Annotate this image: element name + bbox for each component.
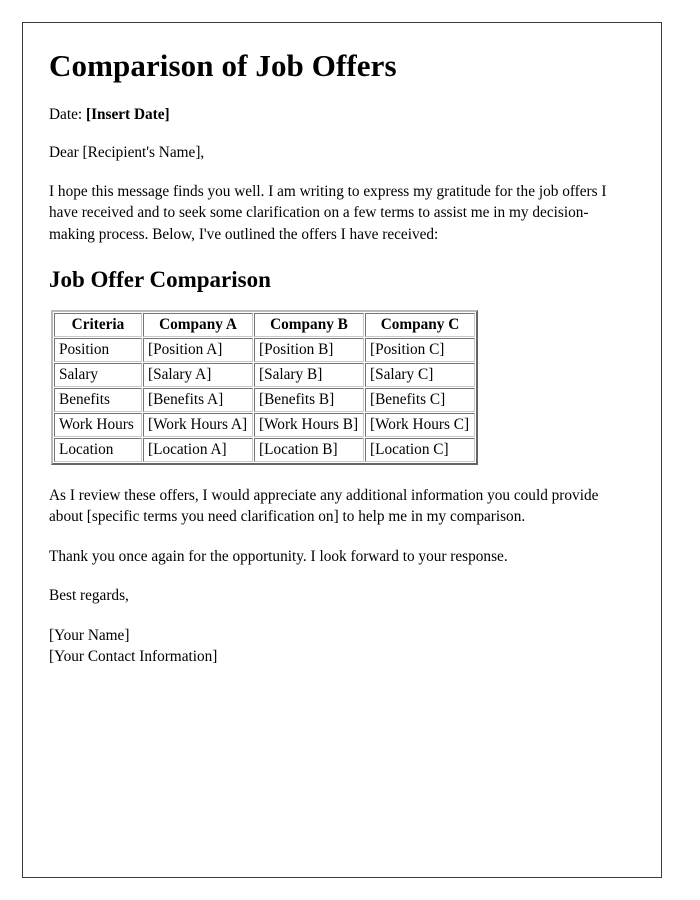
- table-header-row: Criteria Company A Company B Company C: [54, 312, 475, 337]
- intro-paragraph: I hope this message finds you well. I am…: [49, 182, 607, 243]
- table-cell-company-a: [Work Hours A]: [143, 412, 253, 437]
- table-cell-company-a: [Location A]: [143, 437, 253, 462]
- date-label: Date:: [49, 105, 83, 123]
- table-cell-company-a: [Salary A]: [143, 362, 253, 387]
- table-cell-company-c: [Work Hours C]: [365, 412, 475, 437]
- table-cell-company-b: [Work Hours B]: [254, 412, 364, 437]
- table-row: Location [Location A] [Location B] [Loca…: [54, 437, 475, 462]
- document-content: Comparison of Job Offers Date: [Insert D…: [23, 23, 661, 668]
- table-header-cell: Criteria: [54, 312, 142, 337]
- table-cell-criteria: Salary: [54, 362, 142, 387]
- signature-block: [Your Name] [Your Contact Information]: [49, 625, 633, 668]
- table-header-cell: Company A: [143, 312, 253, 337]
- table-row: Work Hours [Work Hours A] [Work Hours B]…: [54, 412, 475, 437]
- table-body: Position [Position A] [Position B] [Posi…: [54, 337, 475, 462]
- table-cell-company-a: [Position A]: [143, 337, 253, 362]
- table-cell-company-b: [Salary B]: [254, 362, 364, 387]
- table-cell-criteria: Position: [54, 337, 142, 362]
- table-cell-company-c: [Location C]: [365, 437, 475, 462]
- salutation: Dear [Recipient's Name],: [49, 144, 205, 162]
- signature-name: [Your Name]: [49, 626, 130, 644]
- table-cell-company-c: [Benefits C]: [365, 387, 475, 412]
- section-heading: Job Offer Comparison: [49, 267, 271, 293]
- job-offer-comparison-table: Criteria Company A Company B Company C P…: [51, 309, 478, 465]
- table-cell-company-b: [Location B]: [254, 437, 364, 462]
- table-row: Position [Position A] [Position B] [Posi…: [54, 337, 475, 362]
- table-row: Benefits [Benefits A] [Benefits B] [Bene…: [54, 387, 475, 412]
- closing-paragraph-2: Thank you once again for the opportunity…: [49, 547, 508, 565]
- table-cell-criteria: Work Hours: [54, 412, 142, 437]
- date-line: Date: [Insert Date]: [49, 104, 633, 126]
- document-page-frame: Comparison of Job Offers Date: [Insert D…: [22, 22, 662, 878]
- date-value: [Insert Date]: [85, 105, 170, 123]
- sign-off: Best regards,: [49, 587, 129, 605]
- table-header-cell: Company C: [365, 312, 475, 337]
- page-title: Comparison of Job Offers: [49, 48, 397, 83]
- table-header-cell: Company B: [254, 312, 364, 337]
- table-cell-company-c: [Salary C]: [365, 362, 475, 387]
- closing-paragraph-1: As I review these offers, I would apprec…: [49, 486, 599, 526]
- table-cell-company-a: [Benefits A]: [143, 387, 253, 412]
- table-row: Salary [Salary A] [Salary B] [Salary C]: [54, 362, 475, 387]
- table-cell-company-b: [Benefits B]: [254, 387, 364, 412]
- table-cell-criteria: Location: [54, 437, 142, 462]
- table-cell-company-c: [Position C]: [365, 337, 475, 362]
- table-head: Criteria Company A Company B Company C: [54, 312, 475, 337]
- table-cell-company-b: [Position B]: [254, 337, 364, 362]
- signature-contact: [Your Contact Information]: [49, 648, 218, 666]
- table-cell-criteria: Benefits: [54, 387, 142, 412]
